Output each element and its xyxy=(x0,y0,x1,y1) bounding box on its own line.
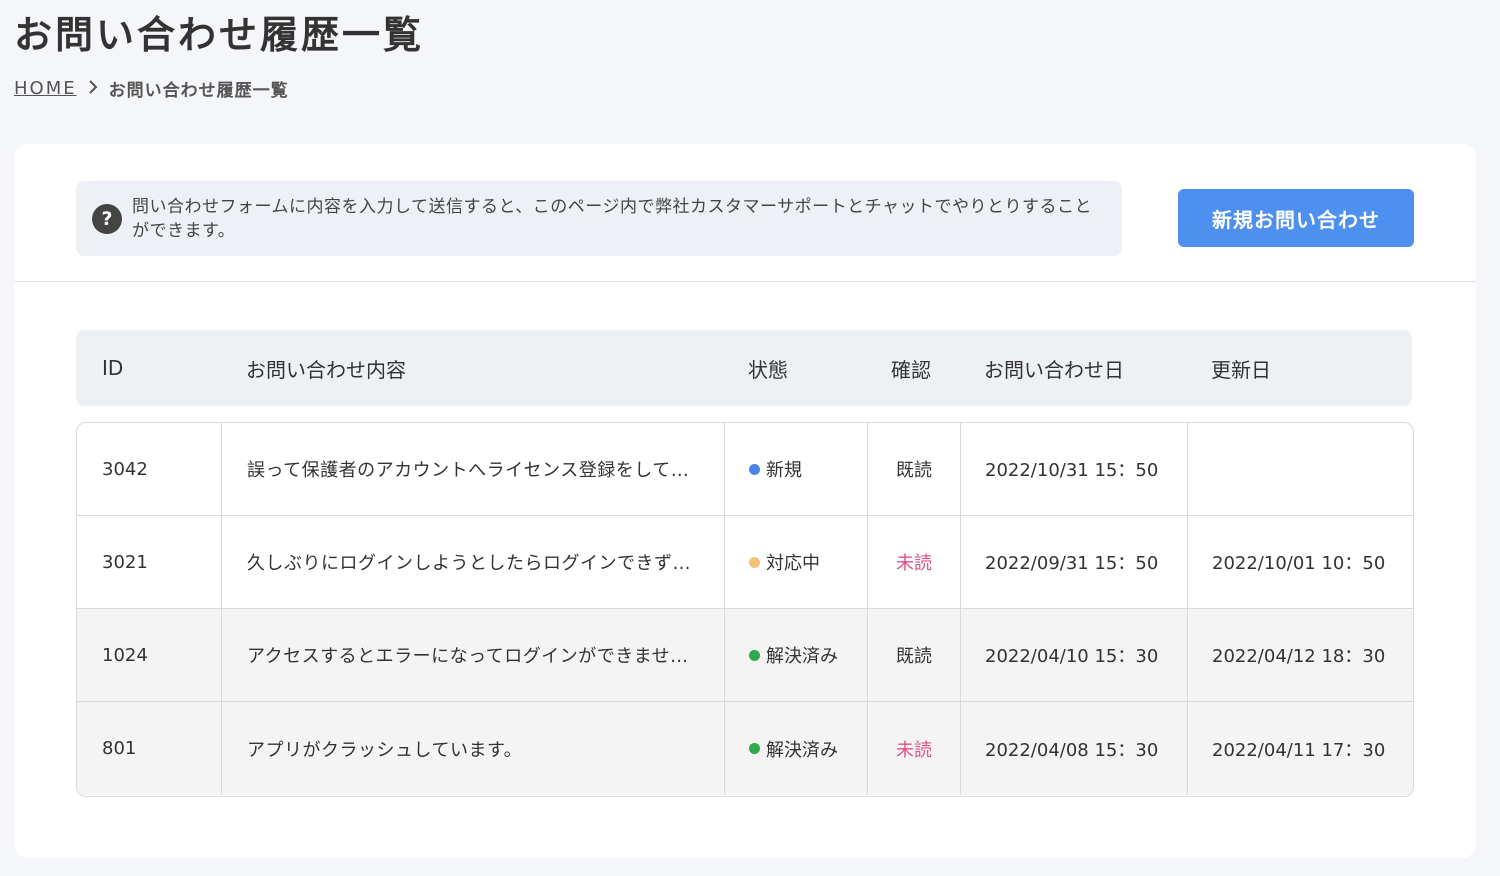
breadcrumb-home-link[interactable]: HOME xyxy=(14,78,77,99)
status-label: 新規 xyxy=(766,460,802,481)
status-label: 解決済み xyxy=(766,646,838,667)
cell-status: 新規 xyxy=(725,423,868,515)
table-body: 3042 誤って保護者のアカウントへライセンス登録をして… 新規 既読 2022… xyxy=(76,422,1414,797)
status-label: 対応中 xyxy=(766,553,820,574)
header-status: 状態 xyxy=(748,357,788,382)
cell-confirm: 既読 xyxy=(868,609,961,701)
cell-updated: 2022/10/01 10：50 xyxy=(1212,553,1386,574)
cell-id: 3042 xyxy=(77,423,222,515)
cell-id: 3021 xyxy=(77,516,222,608)
cell-status: 解決済み xyxy=(725,609,868,701)
cell-status: 対応中 xyxy=(725,516,868,608)
cell-created: 2022/10/31 15：50 xyxy=(961,423,1188,515)
cell-content[interactable]: アクセスするとエラーになってログインができませ… xyxy=(222,609,725,701)
status-dot-icon xyxy=(749,463,760,475)
divider xyxy=(14,281,1476,282)
notice-text: 問い合わせフォームに内容を入力して送信すると、このページ内で弊社カスタマーサポー… xyxy=(132,196,1092,241)
cell-updated xyxy=(1188,423,1413,515)
cell-updated: 2022/04/12 18：30 xyxy=(1212,646,1386,667)
header-created: お問い合わせ日 xyxy=(984,357,1124,382)
cell-content[interactable]: アプリがクラッシュしています。 xyxy=(222,702,725,795)
cell-confirm: 未読 xyxy=(868,702,961,795)
cell-confirm: 既読 xyxy=(868,423,961,515)
question-circle-icon: ? xyxy=(92,203,122,234)
info-notice: ? 問い合わせフォームに内容を入力して送信すると、このページ内で弊社カスタマーサ… xyxy=(76,181,1122,256)
cell-updated: 2022/04/11 17：30 xyxy=(1212,739,1386,761)
cell-created: 2022/04/10 15：30 xyxy=(961,609,1188,701)
status-dot-icon xyxy=(749,556,760,568)
header-confirm: 確認 xyxy=(891,357,931,382)
table-row[interactable]: 3021 久しぶりにログインしようとしたらログインできず… 対応中 未読 202… xyxy=(77,516,1413,609)
cell-content[interactable]: 久しぶりにログインしようとしたらログインできず… xyxy=(222,516,725,608)
table-row[interactable]: 1024 アクセスするとエラーになってログインができませ… 解決済み 既読 20… xyxy=(77,609,1413,702)
header-id: ID xyxy=(102,356,124,380)
cell-confirm: 未読 xyxy=(868,516,961,608)
cell-created: 2022/09/31 15：50 xyxy=(961,516,1188,608)
cell-status: 解決済み xyxy=(725,702,868,795)
cell-content[interactable]: 誤って保護者のアカウントへライセンス登録をして… xyxy=(222,423,725,515)
breadcrumb-current: お問い合わせ履歴一覧 xyxy=(108,81,289,101)
new-inquiry-button[interactable]: 新規お問い合わせ xyxy=(1178,189,1414,247)
breadcrumb: HOME お問い合わせ履歴一覧 xyxy=(14,76,289,101)
cell-id: 1024 xyxy=(77,609,222,701)
status-label: 解決済み xyxy=(766,739,838,761)
page-title: お問い合わせ履歴一覧 xyxy=(14,13,425,57)
status-dot-icon xyxy=(749,649,760,661)
table-header: ID お問い合わせ内容 状態 確認 お問い合わせ日 更新日 xyxy=(76,330,1412,406)
cell-created: 2022/04/08 15：30 xyxy=(961,702,1188,795)
chevron-right-icon xyxy=(87,79,99,98)
table-row[interactable]: 801 アプリがクラッシュしています。 解決済み 未読 2022/04/08 1… xyxy=(77,702,1413,795)
table-row[interactable]: 3042 誤って保護者のアカウントへライセンス登録をして… 新規 既読 2022… xyxy=(77,423,1413,516)
header-content: お問い合わせ内容 xyxy=(246,357,406,382)
header-updated: 更新日 xyxy=(1211,357,1271,382)
cell-id: 801 xyxy=(77,702,222,795)
inquiry-card: ? 問い合わせフォームに内容を入力して送信すると、このページ内で弊社カスタマーサ… xyxy=(14,144,1476,858)
status-dot-icon xyxy=(749,743,760,754)
